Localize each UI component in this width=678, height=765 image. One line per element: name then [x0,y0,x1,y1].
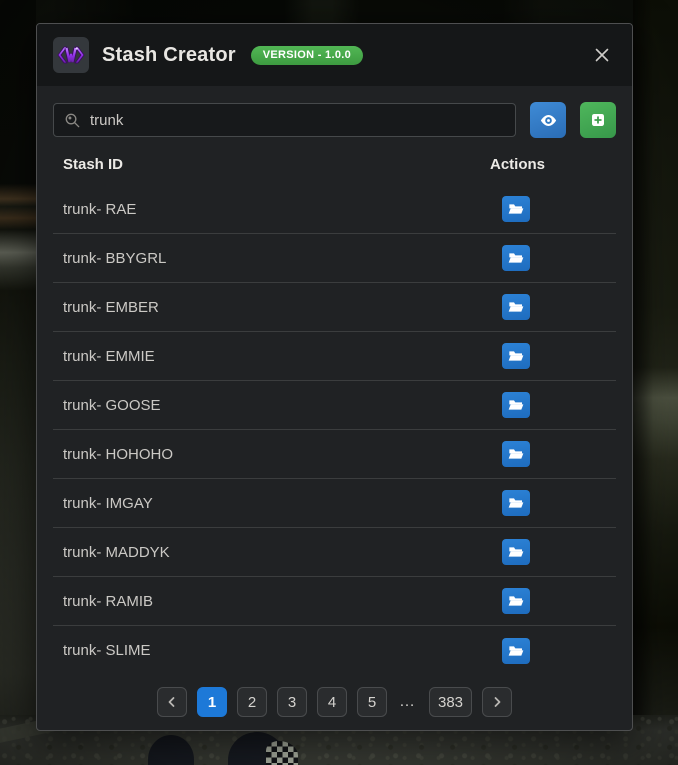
stash-id-label: trunk- MADDYK [63,543,170,561]
next-page-button[interactable] [482,687,513,717]
stash-id-label: trunk- EMMIE [63,347,155,365]
plus-square-icon [592,114,604,126]
column-header-stash-id: Stash ID [63,156,124,173]
column-header-actions: Actions [490,156,546,173]
row-actions-cell [490,196,542,222]
table-row: trunk- GOOSE [53,381,616,430]
row-actions-cell [490,588,542,614]
open-stash-button[interactable] [502,392,530,418]
window-title: Stash Creator [102,43,236,66]
stash-id-label: trunk- EMBER [63,298,159,316]
view-stashes-button[interactable] [530,102,566,138]
stash-id-label: trunk- RAMIB [63,592,154,610]
page-button[interactable]: 4 [316,687,347,717]
open-stash-button[interactable] [502,637,530,664]
open-stash-button[interactable] [502,245,530,271]
page-button[interactable]: 1 [196,687,227,717]
folder-open-icon [508,204,524,214]
open-stash-button[interactable] [502,539,530,565]
open-stash-button[interactable] [502,490,530,516]
open-stash-button[interactable] [502,196,530,222]
folder-open-icon [508,302,524,312]
close-button[interactable] [588,41,616,69]
search-icon [65,113,80,127]
table-row: trunk- BBYGRL [53,234,616,283]
stash-id-label: trunk- IMGAY [63,494,153,512]
row-actions-cell [490,245,542,271]
row-actions-cell [490,343,542,369]
folder-open-icon [508,498,524,508]
stash-table: trunk- RAE trunk- BBYGRL trunk- EMBER tr… [53,185,616,675]
prev-page-button[interactable] [156,687,187,717]
window-header: Stash Creator VERSION - 1.0.0 [37,24,632,86]
folder-open-icon [508,547,524,557]
version-badge: VERSION - 1.0.0 [250,45,364,65]
x-icon [595,48,609,62]
app-logo [53,37,89,73]
stash-id-label: trunk- GOOSE [63,396,161,414]
folder-open-icon [508,596,524,606]
table-row: trunk- HOHOHO [53,430,616,479]
page-button[interactable]: 2 [236,687,267,717]
search-field[interactable] [53,103,516,137]
row-actions-cell [490,441,542,467]
table-row: trunk- MADDYK [53,528,616,577]
pagination: 1 2 3 4 5 … 383 [53,687,616,717]
folder-open-icon [508,449,524,459]
stash-id-label: trunk- HOHOHO [63,445,174,463]
folder-open-icon [508,400,524,410]
folder-open-icon [508,645,524,656]
search-toolbar [53,102,616,138]
open-stash-button[interactable] [502,441,530,467]
table-row: trunk- SLIME [53,626,616,675]
page-button[interactable]: 5 [356,687,387,717]
open-stash-button[interactable] [502,294,530,320]
row-actions-cell [490,539,542,565]
folder-open-icon [508,253,524,263]
stash-id-label: trunk- BBYGRL [63,249,167,267]
gem-w-logo-icon [57,46,85,64]
open-stash-button[interactable] [502,588,530,614]
eye-icon [540,114,556,126]
table-row: trunk- RAMIB [53,577,616,626]
folder-open-icon [508,351,524,361]
window-content: Stash ID Actions trunk- RAE [37,86,632,731]
row-actions-cell [490,392,542,418]
table-row: trunk- EMBER [53,283,616,332]
table-row: trunk- RAE [53,185,616,234]
stash-creator-window: Stash Creator VERSION - 1.0.0 trunk Stas… [36,23,633,731]
page-button[interactable]: 383 [428,687,473,717]
row-actions-cell [490,490,542,516]
chevron-left-icon [168,697,175,707]
stash-id-label: trunk- SLIME [63,642,151,659]
page-button[interactable]: 3 [276,687,307,717]
create-stash-button[interactable] [580,102,616,138]
table-row: trunk- IMGAY [53,479,616,528]
row-actions-cell [490,294,542,320]
search-input[interactable] [90,111,505,129]
open-stash-button[interactable] [502,343,530,369]
stash-id-label: trunk- RAE [63,200,137,218]
table-row: trunk- EMMIE [53,332,616,381]
pagination-ellipsis: … [398,693,417,710]
chevron-right-icon [494,697,501,707]
row-actions-cell [490,637,542,664]
table-header: Stash ID Actions [53,138,616,185]
